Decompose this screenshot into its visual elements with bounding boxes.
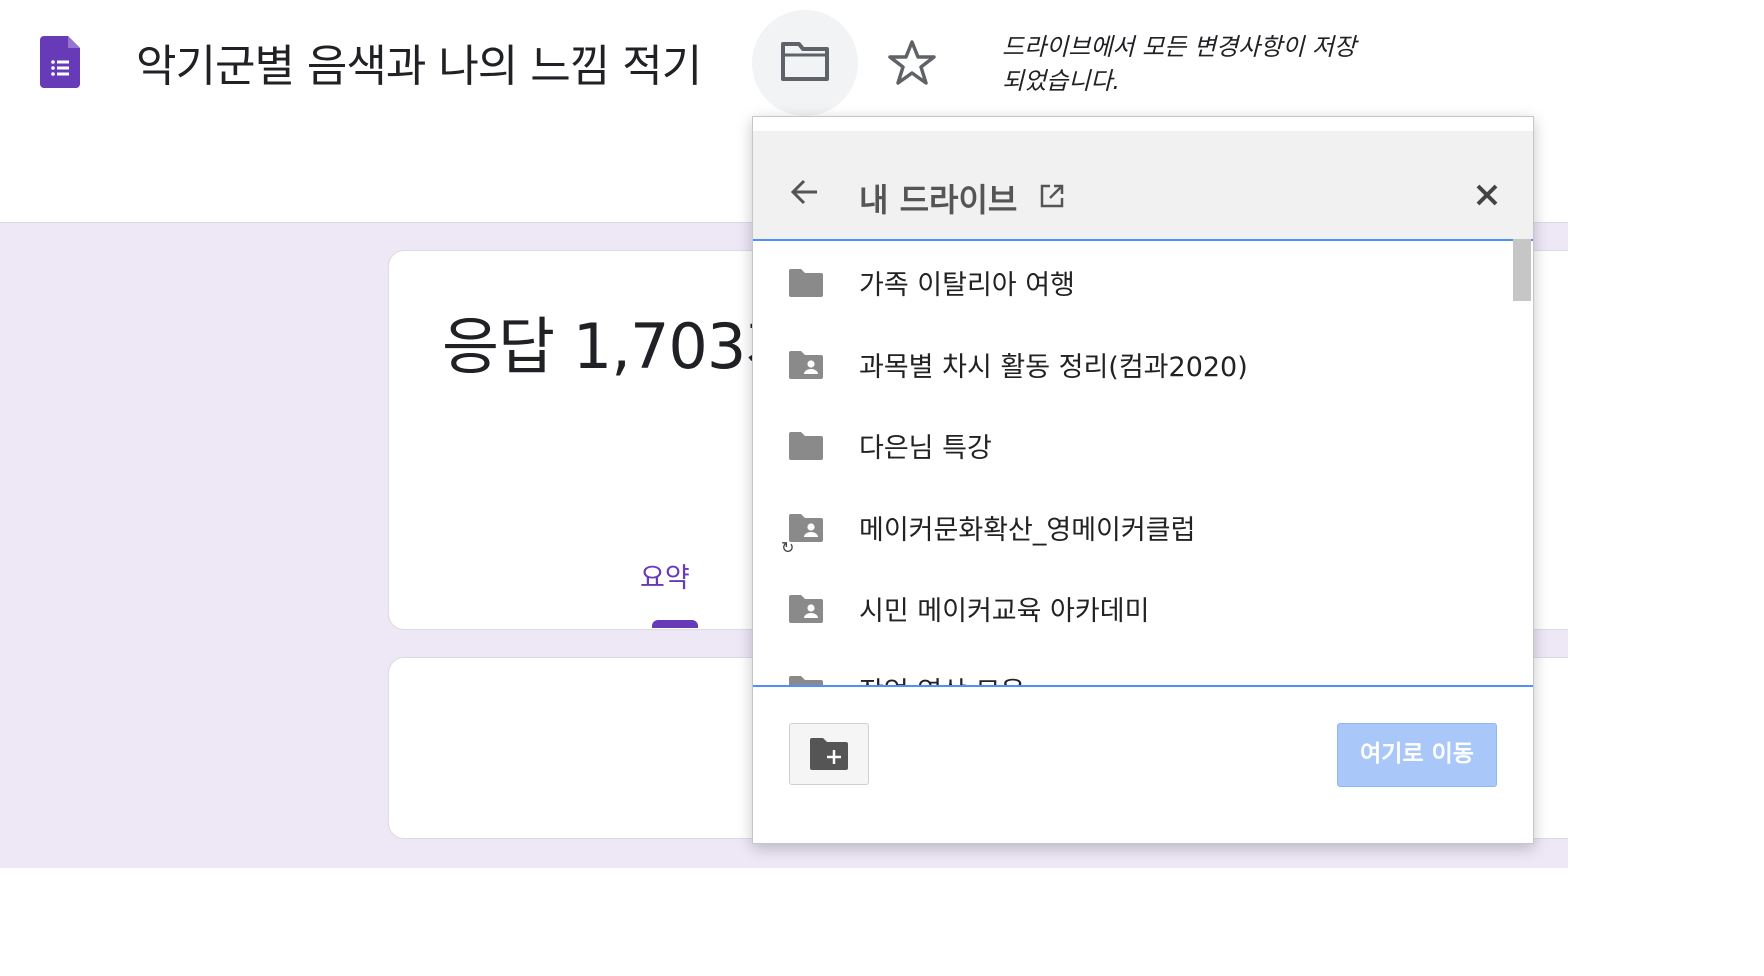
folder-name: 가족 이탈리아 여행 — [859, 270, 1075, 301]
move-dialog: 내 드라이브 가족 이탈리아 여행 과목별 차시 활동 정리(컴과2020) 다… — [752, 116, 1534, 844]
folder-name: 메이커문화확산_영메이커클럽 — [859, 515, 1196, 546]
folder-name: 다은님 특강 — [859, 433, 992, 464]
folder-list[interactable]: 가족 이탈리아 여행 과목별 차시 활동 정리(컴과2020) 다은님 특강 ↻ — [753, 239, 1533, 687]
star-icon — [888, 40, 936, 85]
dialog-title: 내 드라이브 — [859, 181, 1018, 219]
app-root: 응답 1,703개 요약 악기군별 음색과 나의 느낌 적기 드라이브에서 모든… — [0, 0, 1568, 868]
folder-list-item[interactable]: 과목별 차시 활동 정리(컴과2020) — [753, 327, 1513, 399]
dialog-header: 내 드라이브 — [753, 131, 1533, 241]
close-icon[interactable] — [1475, 183, 1499, 211]
responses-count: 응답 1,703개 — [442, 310, 802, 383]
shared-folder-icon — [789, 595, 823, 627]
folder-list-item[interactable]: 다은님 특강 — [753, 408, 1513, 480]
move-to-folder-button[interactable] — [752, 10, 858, 116]
back-arrow-icon[interactable] — [789, 177, 821, 211]
new-folder-button[interactable] — [789, 723, 869, 785]
folder-name: 시민 메이커교육 아카데미 — [859, 596, 1150, 627]
tab-summary[interactable]: 요약 — [640, 556, 690, 595]
folder-icon — [789, 432, 823, 464]
folder-list-item[interactable]: 시민 메이커교육 아카데미 — [753, 571, 1513, 643]
open-in-new-icon[interactable] — [1039, 183, 1065, 213]
folder-icon — [789, 269, 823, 301]
folder-list-item[interactable]: ↻ 메이커문화확산_영메이커클럽 — [753, 490, 1513, 562]
folder-list-item[interactable]: 가족 이탈리아 여행 — [753, 245, 1513, 317]
shared-folder-icon — [789, 351, 823, 383]
google-forms-icon[interactable] — [40, 36, 80, 88]
move-here-button[interactable]: 여기로 이동 — [1337, 723, 1497, 787]
new-folder-icon — [810, 738, 848, 770]
document-title[interactable]: 악기군별 음색과 나의 느낌 적기 — [136, 30, 702, 94]
folder-name: 과목별 차시 활동 정리(컴과2020) — [859, 352, 1248, 383]
scrollbar-thumb[interactable] — [1513, 239, 1531, 301]
save-status: 드라이브에서 모든 변경사항이 저장되었습니다. — [1002, 33, 1357, 95]
tab-active-indicator — [652, 620, 698, 628]
folder-icon — [789, 676, 823, 685]
folder-name: 작업 영상 모음 — [859, 670, 1025, 685]
sync-icon: ↻ — [781, 538, 795, 557]
star-button[interactable] — [882, 38, 942, 88]
folder-list-item[interactable]: 작업 영상 모음 — [753, 652, 1513, 685]
folder-outline-icon — [781, 42, 829, 81]
